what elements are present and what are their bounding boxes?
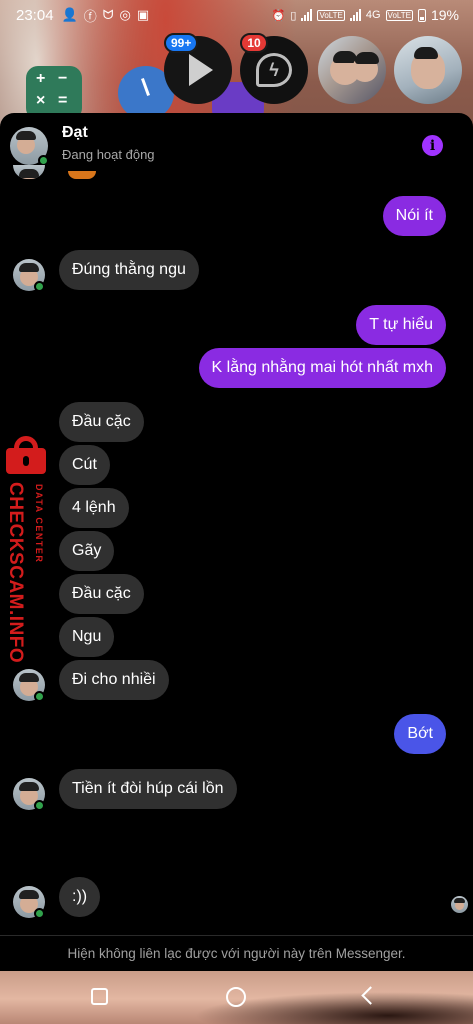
calculator-app-icon: + − × = (26, 66, 82, 120)
recent-apps-button[interactable] (91, 988, 108, 1005)
back-button[interactable] (361, 986, 380, 1005)
home-button[interactable] (226, 987, 246, 1007)
chat-header: Đạt Đang hoạt động i (0, 113, 473, 175)
seen-receipt-avatar (451, 896, 468, 913)
volte-tag-2: VoLTE (385, 9, 413, 21)
message-incoming[interactable]: Đầu cặc (59, 574, 144, 614)
cat-app-icon: ᗢ (102, 7, 114, 22)
info-icon[interactable]: i (422, 135, 443, 156)
message-incoming[interactable]: Tiền ít đòi húp cái lồn (59, 769, 237, 809)
message-incoming[interactable]: Đầu cặc (59, 402, 144, 442)
message-incoming[interactable]: Ngu (59, 617, 115, 657)
navigation-bar (0, 971, 473, 1024)
badge-count: 10 (240, 33, 268, 53)
status-right: ⏰ ▯ VoLTE 4G VoLTE 19% (272, 7, 459, 23)
watermark-subtext: DATA CENTER (34, 484, 44, 564)
message-incoming[interactable]: Cút (59, 445, 110, 485)
online-indicator (34, 691, 45, 702)
online-indicator (34, 281, 45, 292)
message-incoming[interactable]: 4 lệnh (59, 488, 129, 528)
previous-message-edge (68, 171, 96, 179)
lock-keyhole (23, 456, 29, 466)
face-image (411, 47, 445, 89)
message-incoming[interactable]: Gãy (59, 531, 115, 571)
facebook-icon: ⓕ (83, 8, 97, 24)
message-incoming[interactable]: Đi cho nhiềi (59, 660, 169, 700)
contact-status: Đang hoạt động (62, 147, 155, 162)
message-outgoing[interactable]: Bớt (394, 714, 446, 754)
network-4g-label: 4G (365, 9, 381, 21)
chathead-friends-photo[interactable] (318, 36, 386, 104)
face-image (352, 52, 379, 82)
signal-icon-2 (349, 9, 361, 21)
message-outgoing[interactable]: K lằng nhằng mai hót nhất mxh (198, 348, 446, 388)
status-bar: 23:04 👤 ⓕ ᗢ ◎ ▣ ⏰ ▯ VoLTE 4G VoLTE 19% (0, 0, 473, 30)
watermark-logo: CHECKSCAM.INFO DATA CENTER (2, 436, 54, 666)
play-icon (189, 54, 213, 86)
online-indicator (34, 800, 45, 811)
message-incoming[interactable]: Đúng thằng ngu (59, 250, 199, 290)
contact-name[interactable]: Đạt (62, 124, 88, 142)
gallery-icon: ▣ (136, 7, 150, 22)
chat-window: Đạt Đang hoạt động i Nói ít Đúng thằng n… (0, 113, 473, 971)
message-outgoing[interactable]: Nói ít (382, 196, 446, 236)
avatar (13, 165, 45, 179)
vibrate-icon: ▯ (290, 9, 297, 22)
signal-icon (301, 9, 313, 21)
badge-count: 99+ (164, 33, 199, 53)
online-indicator (34, 908, 45, 919)
chathead-messenger[interactable]: ϟ 10 (240, 33, 308, 104)
message-outgoing[interactable]: T tự hiểu (356, 305, 446, 345)
message-incoming[interactable]: :)) (59, 877, 101, 917)
chathead-dat[interactable] (394, 36, 462, 104)
messenger-notification-icon: ◎ (119, 7, 131, 22)
battery-icon (417, 8, 426, 22)
chathead-youtube[interactable]: 99+ (164, 33, 232, 104)
messenger-icon: ϟ (256, 53, 292, 87)
contact-notification-icon: 👤 (61, 7, 78, 22)
watermark-text: CHECKSCAM.INFO (5, 482, 26, 664)
status-time: 23:04 (16, 6, 54, 24)
unavailable-notice: Hiện không liên lạc được với người này t… (0, 935, 473, 971)
battery-percent: 19% (430, 7, 459, 23)
alarm-icon: ⏰ (271, 9, 286, 22)
volte-tag: VoLTE (317, 9, 345, 21)
